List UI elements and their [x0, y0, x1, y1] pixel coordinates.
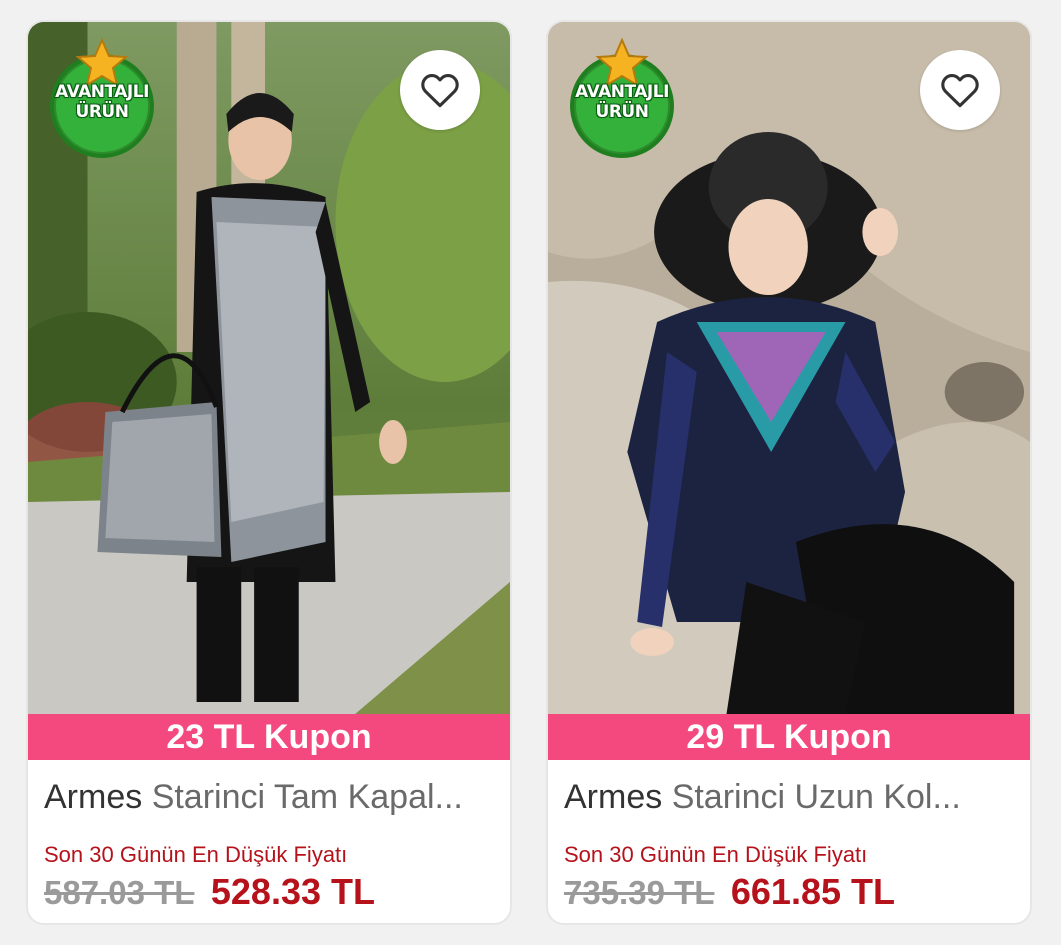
lowest-price-label: Son 30 Günün En Düşük Fiyatı [44, 842, 348, 867]
product-title[interactable]: Armes Starinci Uzun Kol... [564, 778, 1014, 817]
badge-line-1: AVANTAJLI [575, 82, 669, 102]
product-card[interactable]: AVANTAJLI ÜRÜN 29 TL Kupon Armes Starinc… [546, 20, 1032, 925]
product-name: Starinci Uzun Kol... [671, 778, 961, 816]
favorite-button[interactable] [920, 50, 1000, 130]
product-title[interactable]: Armes Starinci Tam Kapal... [44, 778, 494, 817]
current-price: 528.33 TL [210, 871, 375, 912]
product-brand: Armes [564, 778, 663, 816]
heart-outline-icon [941, 74, 979, 108]
product-name: Starinci Tam Kapal... [151, 778, 463, 816]
badge-line-2: ÜRÜN [595, 102, 649, 122]
advantage-product-badge: AVANTAJLI ÜRÜN [560, 36, 684, 160]
favorite-button[interactable] [400, 50, 480, 130]
advantage-product-badge: AVANTAJLI ÜRÜN [40, 36, 164, 160]
lowest-price-label: Son 30 Günün En Düşük Fiyatı [564, 842, 868, 867]
product-card[interactable]: AVANTAJLI ÜRÜN 23 TL Kupon Armes Starinc… [26, 20, 512, 925]
coupon-banner: 23 TL Kupon [28, 714, 510, 760]
badge-line-1: AVANTAJLI [55, 82, 149, 102]
old-price: 587.03 TL [44, 874, 195, 911]
product-brand: Armes [44, 778, 143, 816]
badge-line-2: ÜRÜN [75, 102, 129, 122]
old-price: 735.39 TL [564, 874, 715, 911]
current-price: 661.85 TL [730, 871, 895, 912]
price-row: 587.03 TL 528.33 TL [44, 871, 375, 913]
price-row: 735.39 TL 661.85 TL [564, 871, 895, 913]
coupon-banner: 29 TL Kupon [548, 714, 1030, 760]
heart-outline-icon [421, 74, 459, 108]
